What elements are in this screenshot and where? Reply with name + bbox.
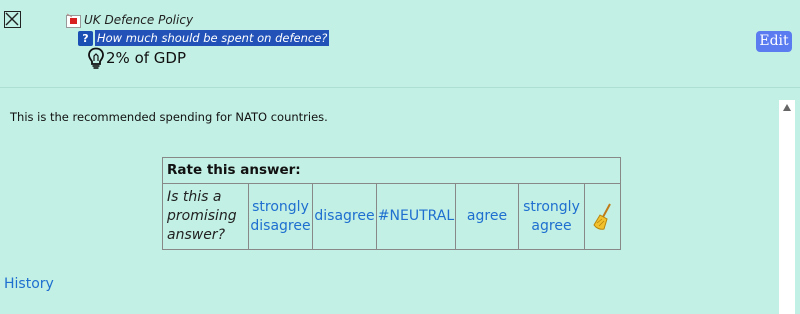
agree-option[interactable]: agree bbox=[456, 184, 519, 249]
rating-prompt-line: answer? bbox=[167, 227, 225, 243]
scrollbar[interactable] bbox=[779, 100, 795, 314]
disagree-option[interactable]: disagree bbox=[313, 184, 377, 249]
answer-title: 2% of GDP bbox=[106, 49, 187, 67]
answer-description: This is the recommended spending for NAT… bbox=[10, 110, 328, 124]
clear-rating-button[interactable] bbox=[585, 184, 620, 249]
breadcrumb[interactable]: UK Defence Policy bbox=[66, 12, 193, 28]
option-label[interactable]: #NEUTRAL bbox=[378, 207, 454, 226]
history-link[interactable]: History bbox=[4, 276, 54, 292]
broom-icon bbox=[592, 203, 611, 230]
option-label[interactable]: disagree bbox=[250, 217, 310, 236]
option-label[interactable]: disagree bbox=[314, 207, 374, 226]
answer-heading: 2% of GDP bbox=[87, 47, 186, 69]
breadcrumb-label[interactable]: UK Defence Policy bbox=[84, 13, 193, 27]
question-link[interactable]: ? How much should be spent on defence? bbox=[78, 30, 330, 46]
rating-prompt-line: promising bbox=[167, 208, 237, 224]
neutral-option[interactable]: #NEUTRAL bbox=[377, 184, 456, 249]
header-divider bbox=[0, 87, 800, 88]
rating-prompt-line: Is this a bbox=[167, 189, 222, 205]
rating-prompt: Is this a promising answer? bbox=[163, 184, 249, 249]
scroll-up-arrow-icon[interactable] bbox=[779, 100, 795, 114]
question-icon: ? bbox=[78, 30, 93, 46]
close-button[interactable] bbox=[4, 11, 21, 28]
option-label[interactable]: strongly bbox=[523, 198, 580, 217]
rating-row: Is this a promising answer? strongly dis… bbox=[163, 184, 620, 249]
topic-icon bbox=[66, 13, 81, 28]
option-label[interactable]: agree bbox=[467, 207, 507, 226]
lightbulb-icon bbox=[88, 47, 104, 69]
edit-button[interactable]: Edit bbox=[756, 31, 792, 52]
strongly-disagree-option[interactable]: strongly disagree bbox=[249, 184, 313, 249]
option-label[interactable]: strongly bbox=[250, 198, 310, 217]
question-label[interactable]: How much should be spent on defence? bbox=[95, 30, 330, 46]
rating-table: Rate this answer: Is this a promising an… bbox=[162, 157, 621, 250]
close-icon bbox=[5, 12, 19, 26]
option-label[interactable]: agree bbox=[523, 217, 580, 236]
strongly-agree-option[interactable]: strongly agree bbox=[519, 184, 585, 249]
rating-header: Rate this answer: bbox=[163, 158, 620, 184]
